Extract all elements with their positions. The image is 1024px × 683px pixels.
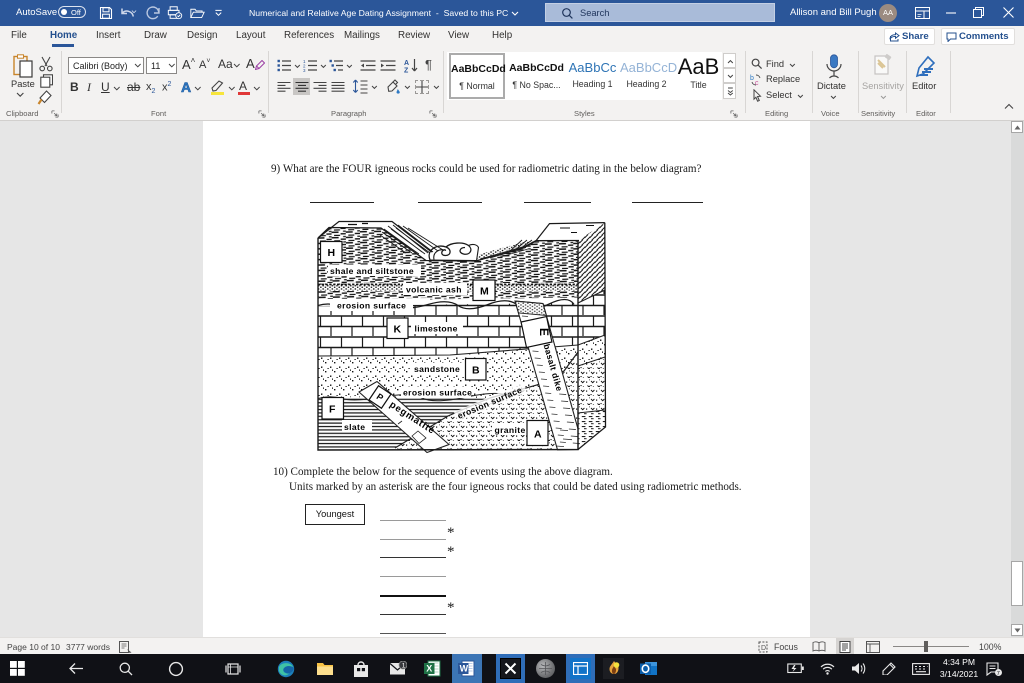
svg-text:erosion surface: erosion surface xyxy=(337,301,406,311)
svg-text:b: b xyxy=(750,75,754,82)
svg-text:erosion surface: erosion surface xyxy=(403,388,472,398)
svg-text:A: A xyxy=(534,429,542,441)
svg-text:limestone: limestone xyxy=(415,324,458,334)
svg-text:K: K xyxy=(394,324,402,336)
svg-text:E: E xyxy=(537,328,551,336)
svg-text:shale and siltstone: shale and siltstone xyxy=(330,266,414,276)
svg-text:M: M xyxy=(480,286,489,298)
svg-text:A: A xyxy=(404,60,409,67)
svg-text:volcanic ash: volcanic ash xyxy=(406,285,462,295)
svg-text:D: D xyxy=(761,645,766,652)
svg-text:W: W xyxy=(460,664,469,674)
svg-text:F: F xyxy=(329,404,336,416)
svg-text:1: 1 xyxy=(402,662,406,669)
svg-text:sandstone: sandstone xyxy=(414,364,460,374)
svg-text:B: B xyxy=(472,365,480,377)
svg-text:3: 3 xyxy=(303,68,306,72)
svg-text:X: X xyxy=(426,664,432,674)
svg-text:granite: granite xyxy=(495,425,526,435)
svg-text:7: 7 xyxy=(997,671,1000,677)
svg-text:Z: Z xyxy=(404,68,409,74)
svg-text:slate: slate xyxy=(344,422,365,432)
svg-text:H: H xyxy=(328,247,336,259)
